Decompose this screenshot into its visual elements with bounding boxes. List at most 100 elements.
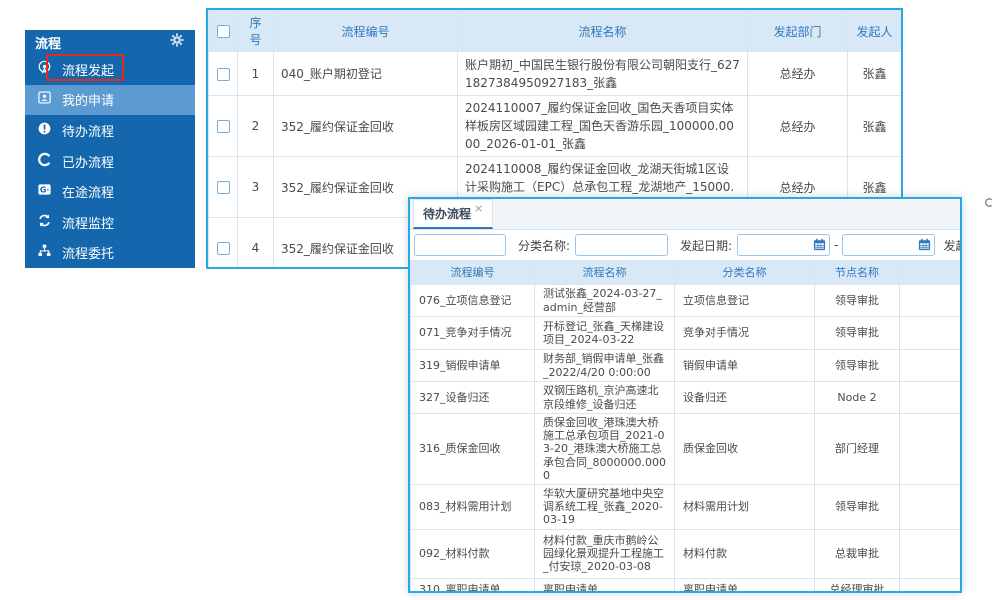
row-checkbox[interactable] (216, 120, 230, 133)
date-range-separator: - (834, 238, 839, 252)
cell-name: 账户期初_中国民生银行股份有限公司朝阳支行_627182738495092718… (457, 51, 748, 96)
sidebar-title: 流程 (35, 36, 62, 52)
sidebar-item-label: 在途流程 (62, 186, 115, 202)
cell-name: 2024110007_履约保证金回收_国色天香项目实体样板房区域园建工程_国色天… (457, 95, 748, 157)
cell-name: 华软大厦研究基地中央空调系统工程_张鑫_2020-03-19 (534, 483, 675, 530)
row-checkbox[interactable] (216, 242, 230, 255)
cell-category: 离职申请单 (674, 577, 815, 591)
cell-code: 316_质保金回收 (410, 413, 535, 485)
col-header-node: 节点名称 (814, 260, 900, 285)
cell-name: 财务部_销假申请单_张鑫_2022/4/20 0:00:00 (534, 349, 675, 382)
tab-bar: 待办流程 × (410, 199, 960, 230)
col-header-name: 流程名称 (534, 260, 675, 285)
col-header-name: 流程名称 (457, 10, 748, 52)
sidebar-item-monitor[interactable]: 流程监控 (25, 207, 195, 238)
col-header-seq: 序号 (237, 10, 274, 52)
col-header-category: 分类名称 (674, 260, 815, 285)
cell-name: 质保金回收_港珠澳大桥施工总承包项目_2021-03-20_港珠澳大桥施工总承包… (534, 413, 675, 485)
refresh-icon-fragment (983, 193, 994, 212)
cell-node: 总经理审批 (814, 577, 900, 591)
cell-category: 材料付款 (674, 528, 815, 579)
cell-code: 092_材料付款 (410, 528, 535, 579)
date-filter-label: 发起日期: (680, 238, 733, 253)
sidebar-item-launch[interactable]: 流程发起 (25, 54, 195, 85)
history-icon (37, 152, 52, 171)
cell-category: 设备归还 (674, 381, 815, 414)
cell-dept: 总经办 (747, 51, 848, 96)
cell-category: 立项信息登记 (674, 284, 815, 317)
cell-person: 张鑫 (847, 51, 901, 96)
cell-category: 竞争对手情况 (674, 316, 815, 350)
col-header-code: 流程编号 (410, 260, 535, 285)
sidebar-item-in-transit[interactable]: G· 在途流程 (25, 176, 195, 207)
col-header-clipped (899, 260, 960, 285)
sidebar-item-label: 已办流程 (62, 155, 115, 171)
org-chart-icon (37, 243, 52, 262)
sidebar-item-label: 待办流程 (62, 124, 115, 140)
cell-category: 材料需用计划 (674, 483, 815, 530)
sidebar-item-label: 流程委托 (62, 247, 115, 263)
table-row[interactable]: 1 040_账户期初登记 账户期初_中国民生银行股份有限公司朝阳支行_62718… (208, 51, 901, 96)
name-filter-input[interactable] (414, 234, 506, 256)
cell-node: Node 2 (814, 381, 900, 414)
sidebar-menu: 流程发起 我的申请 待办流程 已办流程 G· 在途流程 流程监控 流程委托 (25, 54, 195, 268)
cell-code: 319_销假申请单 (410, 349, 535, 382)
table-row[interactable]: 2 352_履约保证金回收 2024110007_履约保证金回收_国色天香项目实… (208, 95, 901, 157)
select-all-checkbox[interactable] (216, 25, 230, 38)
sidebar-item-todo[interactable]: 待办流程 (25, 115, 195, 146)
cell-node: 总裁审批 (814, 528, 900, 579)
id-card-icon (37, 90, 52, 109)
list-item[interactable]: 071_竞争对手情况 开标登记_张鑫_天梯建设项目_2024-03-22 竞争对… (410, 316, 960, 350)
row-checkbox[interactable] (216, 181, 230, 194)
list-item[interactable]: 076_立项信息登记 测试张鑫_2024-03-27_admin_经营部 立项信… (410, 284, 960, 317)
cell-code: 076_立项信息登记 (410, 284, 535, 317)
row-checkbox[interactable] (216, 67, 230, 81)
cell-seq: 1 (237, 51, 274, 96)
cell-dept: 总经办 (747, 95, 848, 157)
list-item[interactable]: 327_设备归还 双钢压路机_京沪高速北京段维修_设备归还 设备归还 Node … (410, 381, 960, 414)
cell-node: 部门经理 (814, 413, 900, 485)
cell-category: 质保金回收 (674, 413, 815, 485)
cell-name: 开标登记_张鑫_天梯建设项目_2024-03-22 (534, 316, 675, 350)
sidebar-item-delegate[interactable]: 流程委托 (25, 237, 195, 268)
tab-label: 待办流程 (423, 207, 472, 221)
refresh-icon (37, 213, 52, 232)
cell-seq: 3 (237, 156, 274, 218)
list-item[interactable]: 083_材料需用计划 华软大厦研究基地中央空调系统工程_张鑫_2020-03-1… (410, 483, 960, 530)
cell-code: 040_账户期初登记 (273, 51, 458, 96)
list-item[interactable]: 316_质保金回收 质保金回收_港珠澳大桥施工总承包项目_2021-03-20_… (410, 413, 960, 485)
cell-name: 测试张鑫_2024-03-27_admin_经营部 (534, 284, 675, 317)
app-root: 序号 流程编号 流程名称 发起部门 发起人 1 040_账户期初登记 账户期初_… (0, 0, 1000, 600)
sidebar-item-done[interactable]: 已办流程 (25, 146, 195, 177)
sidebar-item-my-requests[interactable]: 我的申请 (25, 84, 195, 116)
filter-bar: 分类名称: 发起日期: - 发 (410, 230, 960, 260)
list-item[interactable]: 092_材料付款 材料付款_重庆市鹅岭公园绿化景观提升工程施工_付安琼_2020… (410, 528, 960, 579)
select-all-header (208, 10, 238, 52)
cell-node: 领导审批 (814, 349, 900, 382)
cell-seq: 2 (237, 95, 274, 157)
svg-text:G·: G· (40, 185, 50, 194)
sidebar-item-label: 流程监控 (62, 216, 115, 232)
cell-name: 离职申请单 (534, 577, 675, 591)
cell-code: 071_竞争对手情况 (410, 316, 535, 350)
g-badge-icon: G· (37, 182, 52, 201)
cell-seq: 4 (237, 217, 274, 267)
exclamation-circle-icon (37, 121, 52, 140)
cell-code: 083_材料需用计划 (410, 483, 535, 530)
cell-name: 材料付款_重庆市鹅岭公园绿化景观提升工程施工_付安琼_2020-03-08 (534, 528, 675, 579)
cell-code: 352_履约保证金回收 (273, 95, 458, 157)
close-icon[interactable]: × (474, 202, 483, 215)
cell-node: 领导审批 (814, 483, 900, 530)
sidebar-item-label: 我的申请 (62, 94, 115, 110)
list-item[interactable]: 319_销假申请单 财务部_销假申请单_张鑫_2022/4/20 0:00:00… (410, 349, 960, 382)
gear-icon[interactable] (170, 33, 184, 51)
sidebar-item-label: 流程发起 (62, 63, 115, 79)
tab-todo[interactable]: 待办流程 × (413, 199, 494, 229)
cell-code: 327_设备归还 (410, 381, 535, 414)
list-item[interactable]: 310_离职申请单 离职申请单 离职申请单 总经理审批 (410, 577, 960, 591)
sidebar: 流程 流程发起 我的申请 待办流程 已办流程 G· 在途流程 流程监控 流程委托 (25, 30, 195, 268)
cell-node: 领导审批 (814, 284, 900, 317)
broadcast-icon (37, 60, 52, 79)
category-filter-input[interactable] (575, 234, 669, 256)
cell-node: 领导审批 (814, 316, 900, 350)
